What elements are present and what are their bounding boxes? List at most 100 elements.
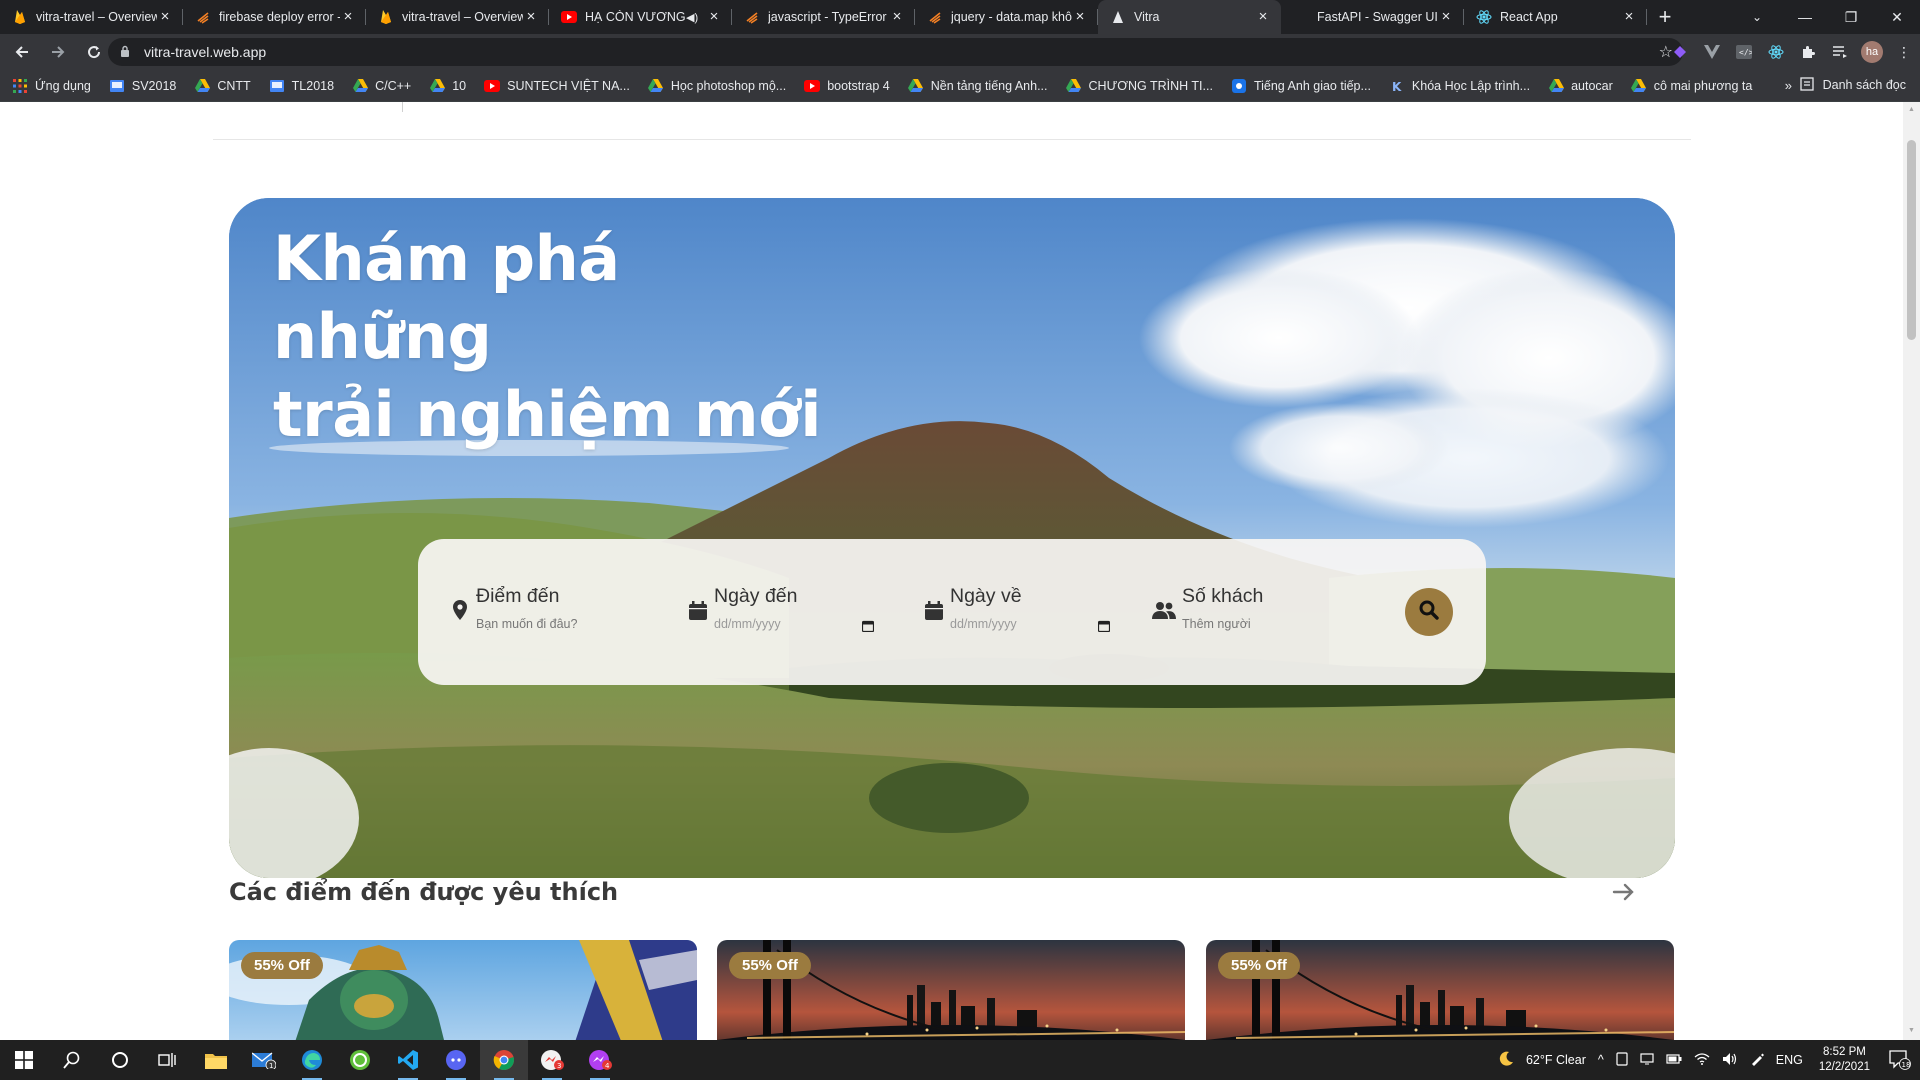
checkin-date-field[interactable]: Ngày đến dd/mm/yyyy — [688, 585, 875, 641]
chevron-up-icon[interactable]: ^ — [1598, 1053, 1604, 1067]
wifi-icon[interactable] — [1694, 1052, 1710, 1068]
address-bar[interactable]: vitra-travel.web.app ☆ — [108, 38, 1683, 66]
discord-button[interactable] — [432, 1040, 480, 1080]
calendar-icon — [924, 599, 944, 621]
checkout-label: Ngày về — [950, 585, 1022, 607]
lock-icon[interactable] — [120, 45, 134, 60]
destination-input[interactable]: Bạn muốn đi đâu? — [476, 617, 577, 631]
new-tab-button[interactable]: + — [1647, 0, 1683, 34]
date-picker-icon[interactable] — [861, 619, 875, 633]
bookmark-10[interactable]: 10 — [429, 78, 466, 94]
close-icon[interactable]: × — [340, 9, 356, 25]
tab-javascript-typeerror[interactable]: javascript - TypeError × — [732, 0, 915, 34]
scroll-up-arrow-icon[interactable]: ▲ — [1907, 106, 1916, 115]
vscode-button[interactable] — [384, 1040, 432, 1080]
cortana-button[interactable] — [96, 1040, 144, 1080]
checkout-date-input[interactable]: dd/mm/yyyy — [950, 617, 1096, 631]
profile-avatar[interactable]: ha — [1856, 34, 1888, 70]
close-icon[interactable]: × — [1438, 9, 1454, 25]
reading-list-button[interactable]: Danh sách đọc — [1799, 77, 1906, 93]
scroll-down-arrow-icon[interactable]: ▼ — [1907, 1027, 1916, 1036]
destination-card[interactable]: 55% Off — [229, 940, 697, 1040]
tab-search-icon[interactable]: ⌄ — [1739, 0, 1775, 34]
edge-button[interactable] — [288, 1040, 336, 1080]
bookmark-khoa-hoc[interactable]: K Khóa Học Lập trình... — [1389, 78, 1530, 94]
close-icon[interactable]: × — [523, 9, 539, 25]
gitkraken-button[interactable] — [336, 1040, 384, 1080]
weather-moon-icon[interactable] — [1498, 1051, 1514, 1070]
media-queue-icon[interactable] — [1824, 34, 1856, 70]
bookmark-english-foundation[interactable]: Nền tảng tiếng Anh... — [908, 78, 1048, 94]
weather-text[interactable]: 62°F Clear — [1526, 1053, 1586, 1067]
messenger-button[interactable]: 4 — [576, 1040, 624, 1080]
file-explorer-button[interactable] — [192, 1040, 240, 1080]
bookmark-english-communication[interactable]: Tiếng Anh giao tiếp... — [1231, 78, 1371, 94]
bookmark-co-mai-phuong[interactable]: cô mai phương ta — [1631, 78, 1752, 94]
notification-center-button[interactable]: 18 — [1880, 1040, 1920, 1080]
search-button[interactable] — [1405, 588, 1453, 636]
minimize-button[interactable]: — — [1782, 0, 1828, 34]
bookmarks-overflow-chevron[interactable]: » — [1785, 78, 1792, 93]
close-icon[interactable]: × — [1255, 9, 1271, 25]
bookmark-bootstrap[interactable]: bootstrap 4 — [804, 78, 890, 94]
close-icon[interactable]: × — [706, 9, 722, 25]
arrow-right-icon[interactable] — [1612, 880, 1638, 906]
scrollbar-thumb[interactable] — [1907, 140, 1916, 340]
tab-vitra[interactable]: Vitra × — [1098, 0, 1281, 34]
pen-icon[interactable] — [1750, 1052, 1764, 1069]
tab-firebase-deploy-error[interactable]: firebase deploy error - × — [183, 0, 366, 34]
task-view-button[interactable] — [144, 1040, 192, 1080]
mail-button[interactable]: 1 — [240, 1040, 288, 1080]
chat-app-button[interactable]: 3 — [528, 1040, 576, 1080]
react-devtools-icon[interactable] — [1760, 34, 1792, 70]
start-button[interactable] — [0, 1040, 48, 1080]
restore-button[interactable]: ❐ — [1828, 0, 1874, 34]
guests-input[interactable]: Thêm người — [1182, 617, 1251, 631]
tab-ha-con-vuong[interactable]: HẠ CÒN VƯƠNG ◀) × — [549, 0, 732, 34]
chrome-button[interactable] — [480, 1040, 528, 1080]
close-window-button[interactable]: ✕ — [1874, 0, 1920, 34]
close-icon[interactable]: × — [1621, 9, 1637, 25]
close-icon[interactable]: × — [157, 9, 173, 25]
destination-field[interactable]: Điểm đến Bạn muốn đi đâu? — [450, 585, 640, 641]
forward-arrow-icon[interactable] — [44, 38, 72, 66]
bookmark-apps[interactable]: Ứng dụng — [12, 78, 91, 94]
language-indicator[interactable]: ENG — [1776, 1053, 1803, 1067]
vue-devtools-icon[interactable] — [1696, 34, 1728, 70]
date-picker-icon[interactable] — [1097, 619, 1111, 633]
bookmark-c-cpp[interactable]: C/C++ — [352, 78, 411, 94]
bookmark-autocar[interactable]: autocar — [1548, 78, 1613, 94]
checkin-date-input[interactable]: dd/mm/yyyy — [714, 617, 860, 631]
tab-react-app[interactable]: React App × — [1464, 0, 1647, 34]
tablet-icon[interactable] — [1616, 1051, 1628, 1069]
bookmark-suntech[interactable]: SUNTECH VIỆT NA... — [484, 78, 630, 94]
guests-field[interactable]: Số khách Thêm người — [1152, 585, 1336, 641]
tab-jquery-data-map[interactable]: jquery - data.map khô × — [915, 0, 1098, 34]
clock[interactable]: 8:52 PM 12/2/2021 — [1819, 1045, 1870, 1075]
extensions-puzzle-icon[interactable] — [1792, 34, 1824, 70]
display-icon[interactable] — [1640, 1052, 1654, 1068]
tab-vitra-overview-1[interactable]: vitra-travel – Overview × — [0, 0, 183, 34]
battery-icon[interactable] — [1666, 1053, 1682, 1067]
menu-kebab-icon[interactable]: ⋮ — [1888, 34, 1920, 70]
bookmark-cntt[interactable]: CNTT — [194, 78, 251, 94]
search-taskbar-button[interactable] — [48, 1040, 96, 1080]
checkout-date-field[interactable]: Ngày về dd/mm/yyyy — [924, 585, 1111, 641]
tab-fastapi-swagger[interactable]: FastAPI - Swagger UI × — [1281, 0, 1464, 34]
bookmark-tl2018[interactable]: TL2018 — [269, 78, 334, 94]
speaker-icon[interactable]: ◀) — [686, 11, 700, 24]
close-icon[interactable]: × — [889, 9, 905, 25]
extension-purple-icon[interactable] — [1664, 34, 1696, 70]
destination-card[interactable]: 55% Off — [1206, 940, 1674, 1040]
reload-icon[interactable] — [80, 38, 108, 66]
code-extension-icon[interactable]: </> — [1728, 34, 1760, 70]
close-icon[interactable]: × — [1072, 9, 1088, 25]
bookmark-sv2018[interactable]: SV2018 — [109, 78, 176, 94]
bookmark-photoshop[interactable]: Học photoshop mộ... — [648, 78, 786, 94]
page-scrollbar[interactable]: ▲ ▼ — [1903, 102, 1920, 1040]
back-arrow-icon[interactable] — [8, 38, 36, 66]
volume-icon[interactable] — [1722, 1052, 1738, 1069]
tab-vitra-overview-2[interactable]: vitra-travel – Overview × — [366, 0, 549, 34]
destination-card[interactable]: 55% Off — [717, 940, 1185, 1040]
bookmark-chuong-trinh[interactable]: CHƯƠNG TRÌNH TI... — [1066, 78, 1213, 94]
